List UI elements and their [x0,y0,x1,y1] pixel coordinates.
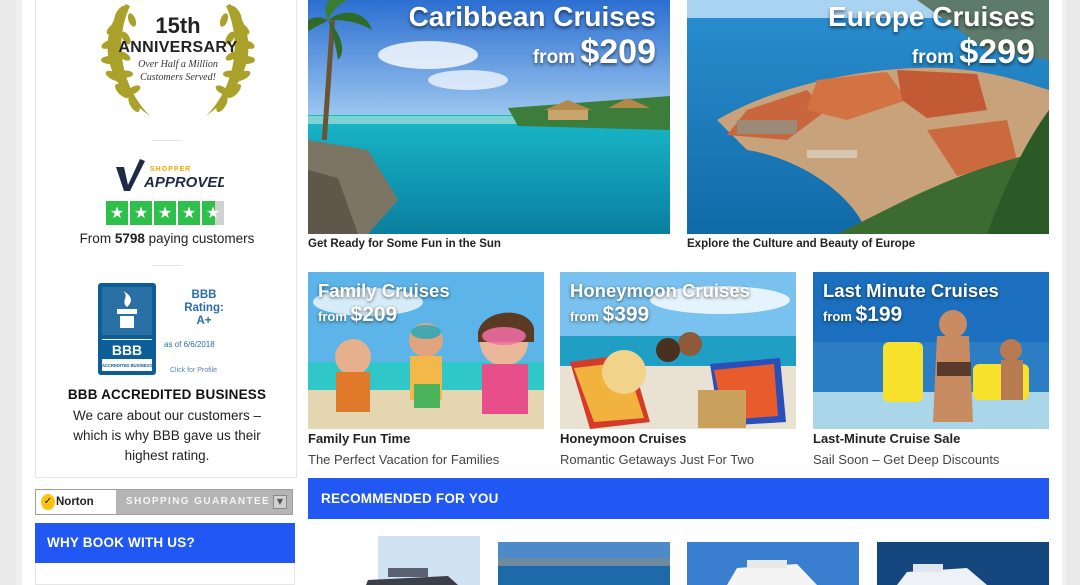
anniversary-line-2: Customers Served! [140,72,216,83]
bbb-badge: BBB ACCREDITED BUSINESS [98,283,156,375]
why-book-panel [35,563,295,585]
honeymoon-title: Honeymoon Cruises [570,280,750,301]
customers-count: 5798 [114,231,145,246]
last-minute-caption-subtitle: Sail Soon – Get Deep Discounts [813,452,1000,467]
last-minute-price: from $199 [823,303,903,326]
divider [152,140,182,141]
star-icon: ★ [154,201,176,225]
star-half-icon: ★ [202,201,224,225]
page: 15th ANNIVERSARY Over Half a Million Cus… [0,0,1080,585]
recommended-card-4[interactable] [877,536,1049,585]
honeymoon-caption-subtitle: Romantic Getaways Just For Two [560,452,755,467]
bbb-profile-link[interactable]: Click for Profile [170,367,217,374]
norton-shopping-guarantee[interactable]: ✓ Norton SHOPPING GUARANTEE ▼ [35,489,293,515]
family-caption-subtitle: The Perfect Vacation for Families [308,452,500,467]
honeymoon-price: from $399 [570,303,650,326]
bbb-title: BBB ACCREDITED BUSINESS [67,387,267,402]
caribbean-price: from $209 [532,33,656,71]
chevron-down-icon[interactable]: ▼ [273,495,287,509]
europe-caption[interactable]: Explore the Culture and Beauty of Europe [687,238,915,250]
bbb-badge-sub: ACCREDITED BUSINESS [102,363,152,368]
family-caption-title[interactable]: Family Fun Time [308,431,410,446]
bbb-as-of-date: as of 6/6/2018 [164,340,215,349]
caribbean-title: Caribbean Cruises [408,1,656,32]
last-minute-cruises-banner[interactable]: Last Minute Cruises from $199 [813,272,1049,429]
honeymoon-cruises-banner[interactable]: Honeymoon Cruises from $399 [560,272,796,429]
why-book-heading[interactable]: WHY BOOK WITH US? [35,523,295,563]
star-icon: ★ [130,201,152,225]
browser-frame-left [0,0,16,585]
europe-title: Europe Cruises [828,1,1035,32]
star-rating: ★ ★ ★ ★ ★ [106,201,224,225]
checkmark-icon: ✓ [41,494,55,510]
recommended-heading: RECOMMENDED FOR YOU [308,478,1049,519]
family-title: Family Cruises [318,280,450,301]
norton-logo: ✓ Norton [36,490,116,514]
bbb-seal[interactable]: BBB ACCREDITED BUSINESS BBB Rating: A+ a… [98,283,258,378]
shopper-logo-big: APPROVED [143,174,224,191]
recommended-card-1[interactable] [308,536,480,585]
recommended-card-2[interactable] [498,536,670,585]
bbb-torch-icon: BBB ACCREDITED BUSINESS [102,287,152,371]
bbb-rating-value: A+ [196,315,212,327]
shopper-logo-small: SHOPPER [150,166,191,173]
shopper-approved-logo: SHOPPER APPROVED [116,159,224,191]
last-minute-title: Last Minute Cruises [823,280,999,301]
europe-price: from $299 [911,33,1035,71]
honeymoon-caption-title[interactable]: Honeymoon Cruises [560,431,686,446]
ship-photo [687,536,859,585]
anniversary-line-1: Over Half a Million [138,59,218,70]
ship-photo [498,536,670,585]
family-cruises-banner[interactable]: Family Cruises from $209 [308,272,544,429]
caribbean-caption[interactable]: Get Ready for Some Fun in the Sun [308,238,501,250]
recommended-card-3[interactable] [687,536,859,585]
bbb-rating: BBB Rating: A+ [164,289,244,328]
family-price: from $209 [318,303,398,326]
anniversary-number: 15th [155,13,201,38]
paying-customers-text: From 5798 paying customers [79,231,255,246]
last-minute-caption-title[interactable]: Last-Minute Cruise Sale [813,431,960,446]
anniversary-word: ANNIVERSARY [118,39,238,56]
ship-photo [308,536,480,585]
caribbean-cruises-banner[interactable]: Caribbean Cruises from $209 [308,0,670,234]
content-area: 15th ANNIVERSARY Over Half a Million Cus… [22,0,1062,585]
star-icon: ★ [106,201,128,225]
norton-label: SHOPPING GUARANTEE [126,496,271,507]
anniversary-badge: 15th ANNIVERSARY Over Half a Million Cus… [78,0,278,122]
europe-cruises-banner[interactable]: Europe Cruises from $299 [687,0,1049,234]
trust-card: 15th ANNIVERSARY Over Half a Million Cus… [35,0,297,478]
browser-frame-right [1066,0,1080,585]
bbb-description: We care about our customers – which is w… [72,408,262,463]
sidebar: 15th ANNIVERSARY Over Half a Million Cus… [35,0,297,585]
bbb-badge-text: BBB [112,342,142,358]
ship-photo [877,536,1049,585]
anniversary-text: 15th ANNIVERSARY Over Half a Million Cus… [78,14,278,84]
divider [152,265,182,266]
star-icon: ★ [178,201,200,225]
